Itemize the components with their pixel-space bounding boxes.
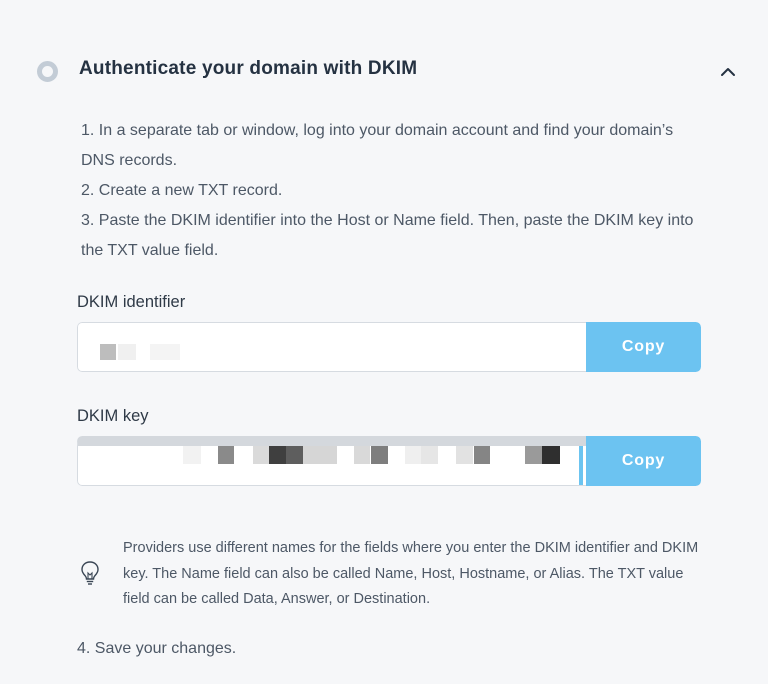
instructions-list: 1. In a separate tab or window, log into… xyxy=(81,116,711,266)
section-title: Authenticate your domain with DKIM xyxy=(79,58,418,79)
dkim-key-label: DKIM key xyxy=(77,407,149,425)
redacted-value xyxy=(150,344,180,360)
dkim-identifier-field[interactable] xyxy=(77,322,586,372)
redacted-value xyxy=(354,446,370,464)
dkim-key-row: Copy xyxy=(77,436,701,486)
field-scrollbar[interactable] xyxy=(579,446,583,485)
redacted-value xyxy=(118,344,136,360)
redacted-value xyxy=(303,446,337,464)
redacted-value xyxy=(100,344,116,360)
redacted-value xyxy=(371,446,388,464)
collapse-section-button[interactable] xyxy=(713,58,743,86)
dkim-key-field[interactable] xyxy=(77,436,586,486)
redacted-value xyxy=(525,446,542,464)
redacted-value xyxy=(269,446,286,464)
redacted-value xyxy=(253,446,269,464)
lightbulb-icon xyxy=(81,561,99,585)
redacted-value xyxy=(183,446,201,464)
redacted-value xyxy=(542,446,560,464)
copy-key-button[interactable]: Copy xyxy=(586,436,701,486)
dkim-identifier-label: DKIM identifier xyxy=(77,293,186,311)
redacted-value xyxy=(286,446,303,464)
copy-identifier-button[interactable]: Copy xyxy=(586,322,701,372)
instruction-step: 2. Create a new TXT record. xyxy=(81,182,283,199)
redacted-value xyxy=(474,446,490,464)
redacted-value xyxy=(218,446,234,464)
dkim-identifier-row: Copy xyxy=(77,322,701,372)
redacted-value xyxy=(405,446,421,464)
status-indicator-icon xyxy=(37,61,58,82)
redacted-value xyxy=(421,446,438,464)
redacted-value xyxy=(456,446,473,464)
instruction-step: 3. Paste the DKIM identifier into the Ho… xyxy=(81,212,694,259)
final-step: 4. Save your changes. xyxy=(77,640,237,657)
instruction-step: 1. In a separate tab or window, log into… xyxy=(81,122,674,169)
provider-tip: Providers use different names for the fi… xyxy=(123,540,699,607)
chevron-up-icon xyxy=(721,68,735,76)
